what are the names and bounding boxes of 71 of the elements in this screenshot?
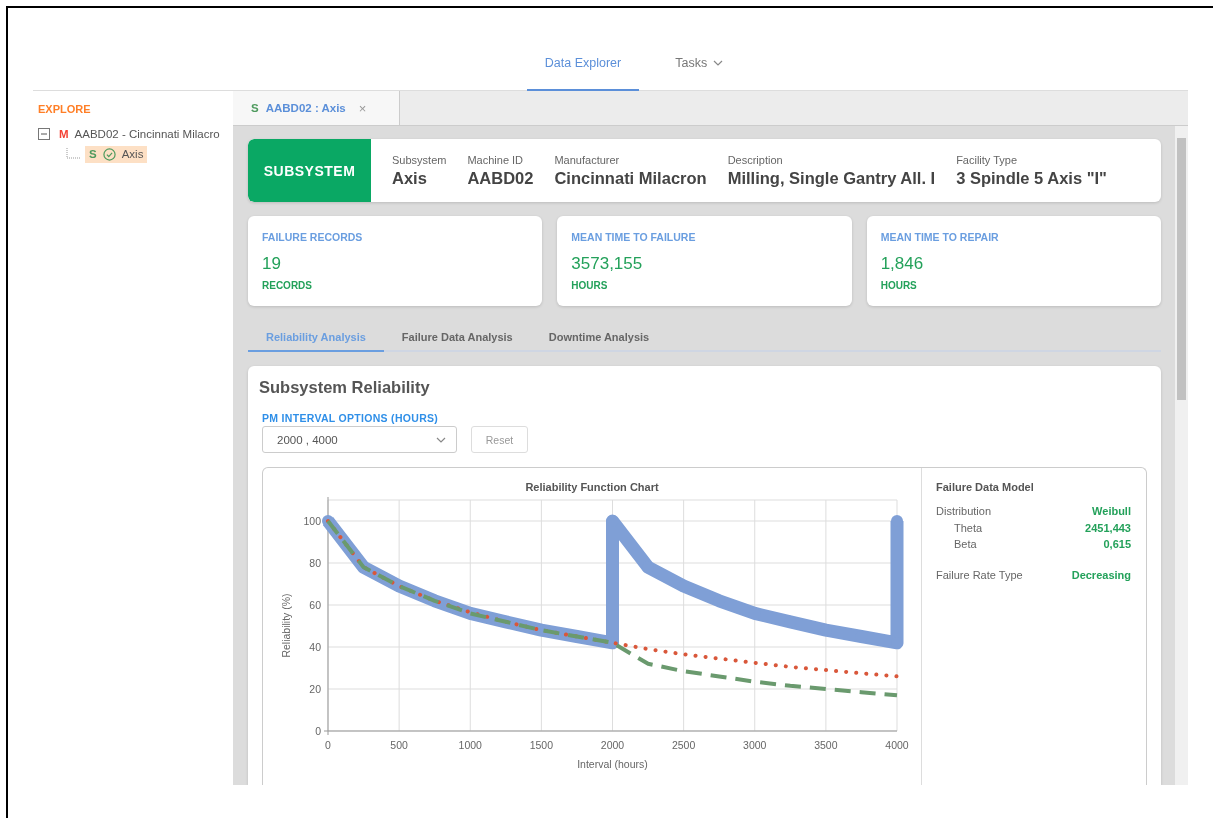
y-axis-label: Reliability (%) bbox=[280, 593, 292, 658]
field-value: Cincinnati Milacron bbox=[554, 168, 707, 188]
chevron-down-icon bbox=[436, 436, 446, 443]
type-letter: S bbox=[251, 102, 259, 114]
field-value: 3 Spindle 5 Axis "I" bbox=[956, 168, 1107, 188]
tree-connector-icon bbox=[66, 148, 80, 160]
field-value: Axis bbox=[392, 168, 428, 188]
tick-label: 4000 bbox=[885, 739, 909, 751]
type-label: SUBSYSTEM bbox=[248, 139, 371, 202]
stat-title: FAILURE RECORDS bbox=[262, 231, 364, 243]
stat-unit: HOURS bbox=[880, 280, 918, 291]
model-label: Failure Rate Type bbox=[936, 568, 1023, 583]
stat-title: MEAN TIME TO REPAIR bbox=[880, 231, 1000, 243]
chart-title: Reliability Function Chart bbox=[525, 481, 659, 493]
tree-item[interactable]: M AABD02 - Cincinnati Milacro bbox=[55, 126, 224, 142]
model-value: 2451,443 bbox=[1085, 521, 1131, 536]
field-label: Facility Type bbox=[956, 153, 1019, 166]
model-label: Beta bbox=[954, 538, 977, 552]
tick-label: 3000 bbox=[743, 739, 767, 751]
tick-label: 0 bbox=[315, 725, 321, 737]
stat-unit: HOURS bbox=[571, 280, 609, 291]
tree-item[interactable]: S Axis bbox=[85, 145, 148, 163]
check-circle-icon bbox=[102, 147, 116, 161]
field-label: Manufacturer bbox=[554, 153, 621, 166]
tick-label: 80 bbox=[309, 557, 321, 569]
stat-title: MEAN TIME TO FAILURE bbox=[571, 231, 697, 243]
collapse-icon[interactable] bbox=[38, 128, 50, 140]
tick-label: 500 bbox=[390, 739, 408, 751]
model-title: Failure Data Model bbox=[936, 481, 1035, 493]
x-axis-label: Interval (hours) bbox=[577, 758, 648, 770]
tick-label: 3500 bbox=[814, 739, 838, 751]
model-value: 0,615 bbox=[1103, 538, 1131, 552]
type-letter: M bbox=[59, 128, 69, 140]
tick-label: 1000 bbox=[458, 739, 482, 751]
model-value: Decreasing bbox=[1071, 568, 1131, 583]
model-label: Distribution bbox=[936, 505, 992, 519]
field-label: Description bbox=[727, 153, 784, 166]
analysis-tab[interactable]: Downtime Analysis bbox=[530, 324, 668, 352]
model-value: Weibull bbox=[1092, 505, 1131, 519]
reset-button[interactable]: Reset bbox=[471, 426, 528, 453]
close-icon[interactable]: × bbox=[358, 100, 367, 116]
analysis-tab[interactable]: Failure Data Analysis bbox=[383, 324, 531, 352]
section-title: Subsystem Reliability bbox=[259, 378, 431, 397]
tick-label: 40 bbox=[309, 641, 321, 653]
field-label: Machine ID bbox=[467, 153, 525, 166]
stat-value: 3573,155 bbox=[571, 254, 644, 274]
model-label: Theta bbox=[954, 521, 983, 536]
field-value: Milling, Single Gantry All. I bbox=[727, 168, 936, 188]
document-tab[interactable]: S AABD02 : Axis × bbox=[233, 91, 400, 125]
stat-unit: RECORDS bbox=[262, 280, 313, 291]
scrollbar-thumb[interactable] bbox=[1177, 138, 1186, 400]
stat-value: 19 bbox=[262, 254, 282, 274]
nav-tab[interactable]: Tasks bbox=[657, 37, 742, 91]
pm-interval-select[interactable]: 2000 , 4000 bbox=[262, 426, 457, 453]
tab-label: AABD02 : Axis bbox=[265, 102, 346, 114]
field-value: AABD02 bbox=[467, 168, 534, 188]
tick-label: 2500 bbox=[671, 739, 696, 751]
tick-label: 0 bbox=[325, 739, 331, 751]
tick-label: 100 bbox=[303, 515, 321, 527]
tree-item-label: Axis bbox=[121, 148, 144, 160]
sidebar-title: EXPLORE bbox=[38, 103, 92, 115]
tree-item-label: AABD02 - Cincinnati Milacro bbox=[74, 128, 220, 140]
tick-label: 60 bbox=[309, 599, 321, 611]
tick-label: 1500 bbox=[529, 739, 554, 751]
tick-label: 2000 bbox=[600, 739, 625, 751]
scrollbar[interactable] bbox=[1175, 126, 1188, 785]
field-label: Subsystem bbox=[392, 153, 447, 166]
field-label: PM INTERVAL OPTIONS (HOURS) bbox=[262, 412, 440, 424]
tick-label: 20 bbox=[309, 683, 321, 695]
stat-value: 1,846 bbox=[880, 254, 925, 274]
type-letter: S bbox=[89, 148, 97, 160]
